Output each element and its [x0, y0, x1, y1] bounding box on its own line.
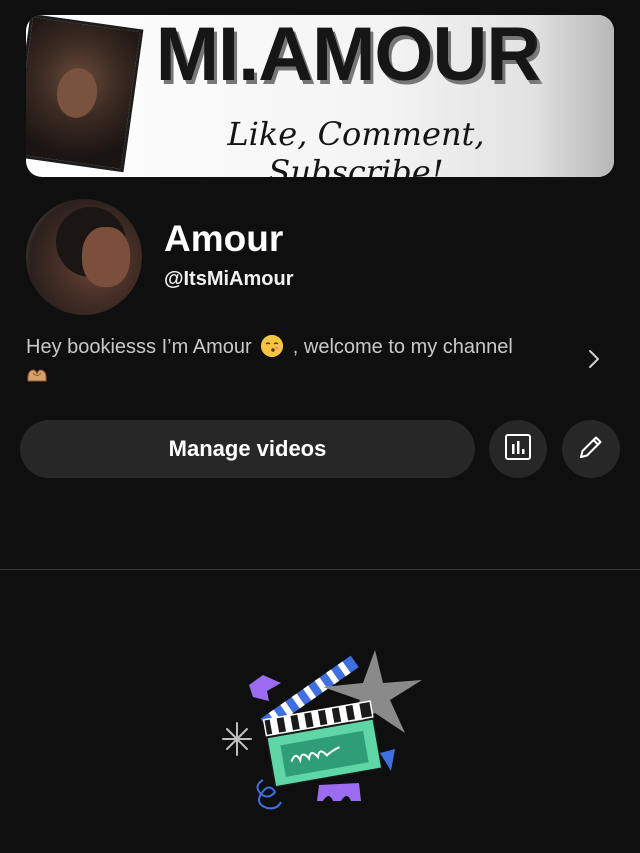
- banner-title: MI.AMOUR: [155, 15, 542, 97]
- banner-photo: [26, 15, 144, 173]
- channel-banner: MI.AMOUR Like, Comment, Subscribe!: [26, 15, 614, 177]
- section-divider: [0, 569, 640, 570]
- banner-photo-right: [534, 15, 614, 177]
- manage-videos-button[interactable]: Manage videos: [20, 420, 475, 478]
- description-text-2: , welcome to my channel: [292, 336, 513, 358]
- pencil-icon: [576, 432, 606, 467]
- avatar[interactable]: [26, 199, 142, 315]
- heart-hands-emoji-icon: [26, 363, 48, 382]
- clapperboard-illustration-icon: [215, 645, 430, 810]
- channel-name: Amour: [164, 218, 284, 259]
- bar-chart-icon: [503, 432, 533, 467]
- channel-handle: @ItsMiAmour: [164, 268, 294, 290]
- analytics-button[interactable]: [489, 420, 547, 478]
- description-text-1: Hey bookiesss I’m Amour: [26, 336, 252, 358]
- kissing-face-emoji-icon: [261, 335, 284, 357]
- channel-description[interactable]: Hey bookiesss I’m Amour , welcome to my …: [26, 333, 566, 389]
- banner-subtitle: Like, Comment, Subscribe!: [227, 115, 485, 177]
- chevron-right-icon[interactable]: [583, 348, 605, 370]
- edit-channel-button[interactable]: [562, 420, 620, 478]
